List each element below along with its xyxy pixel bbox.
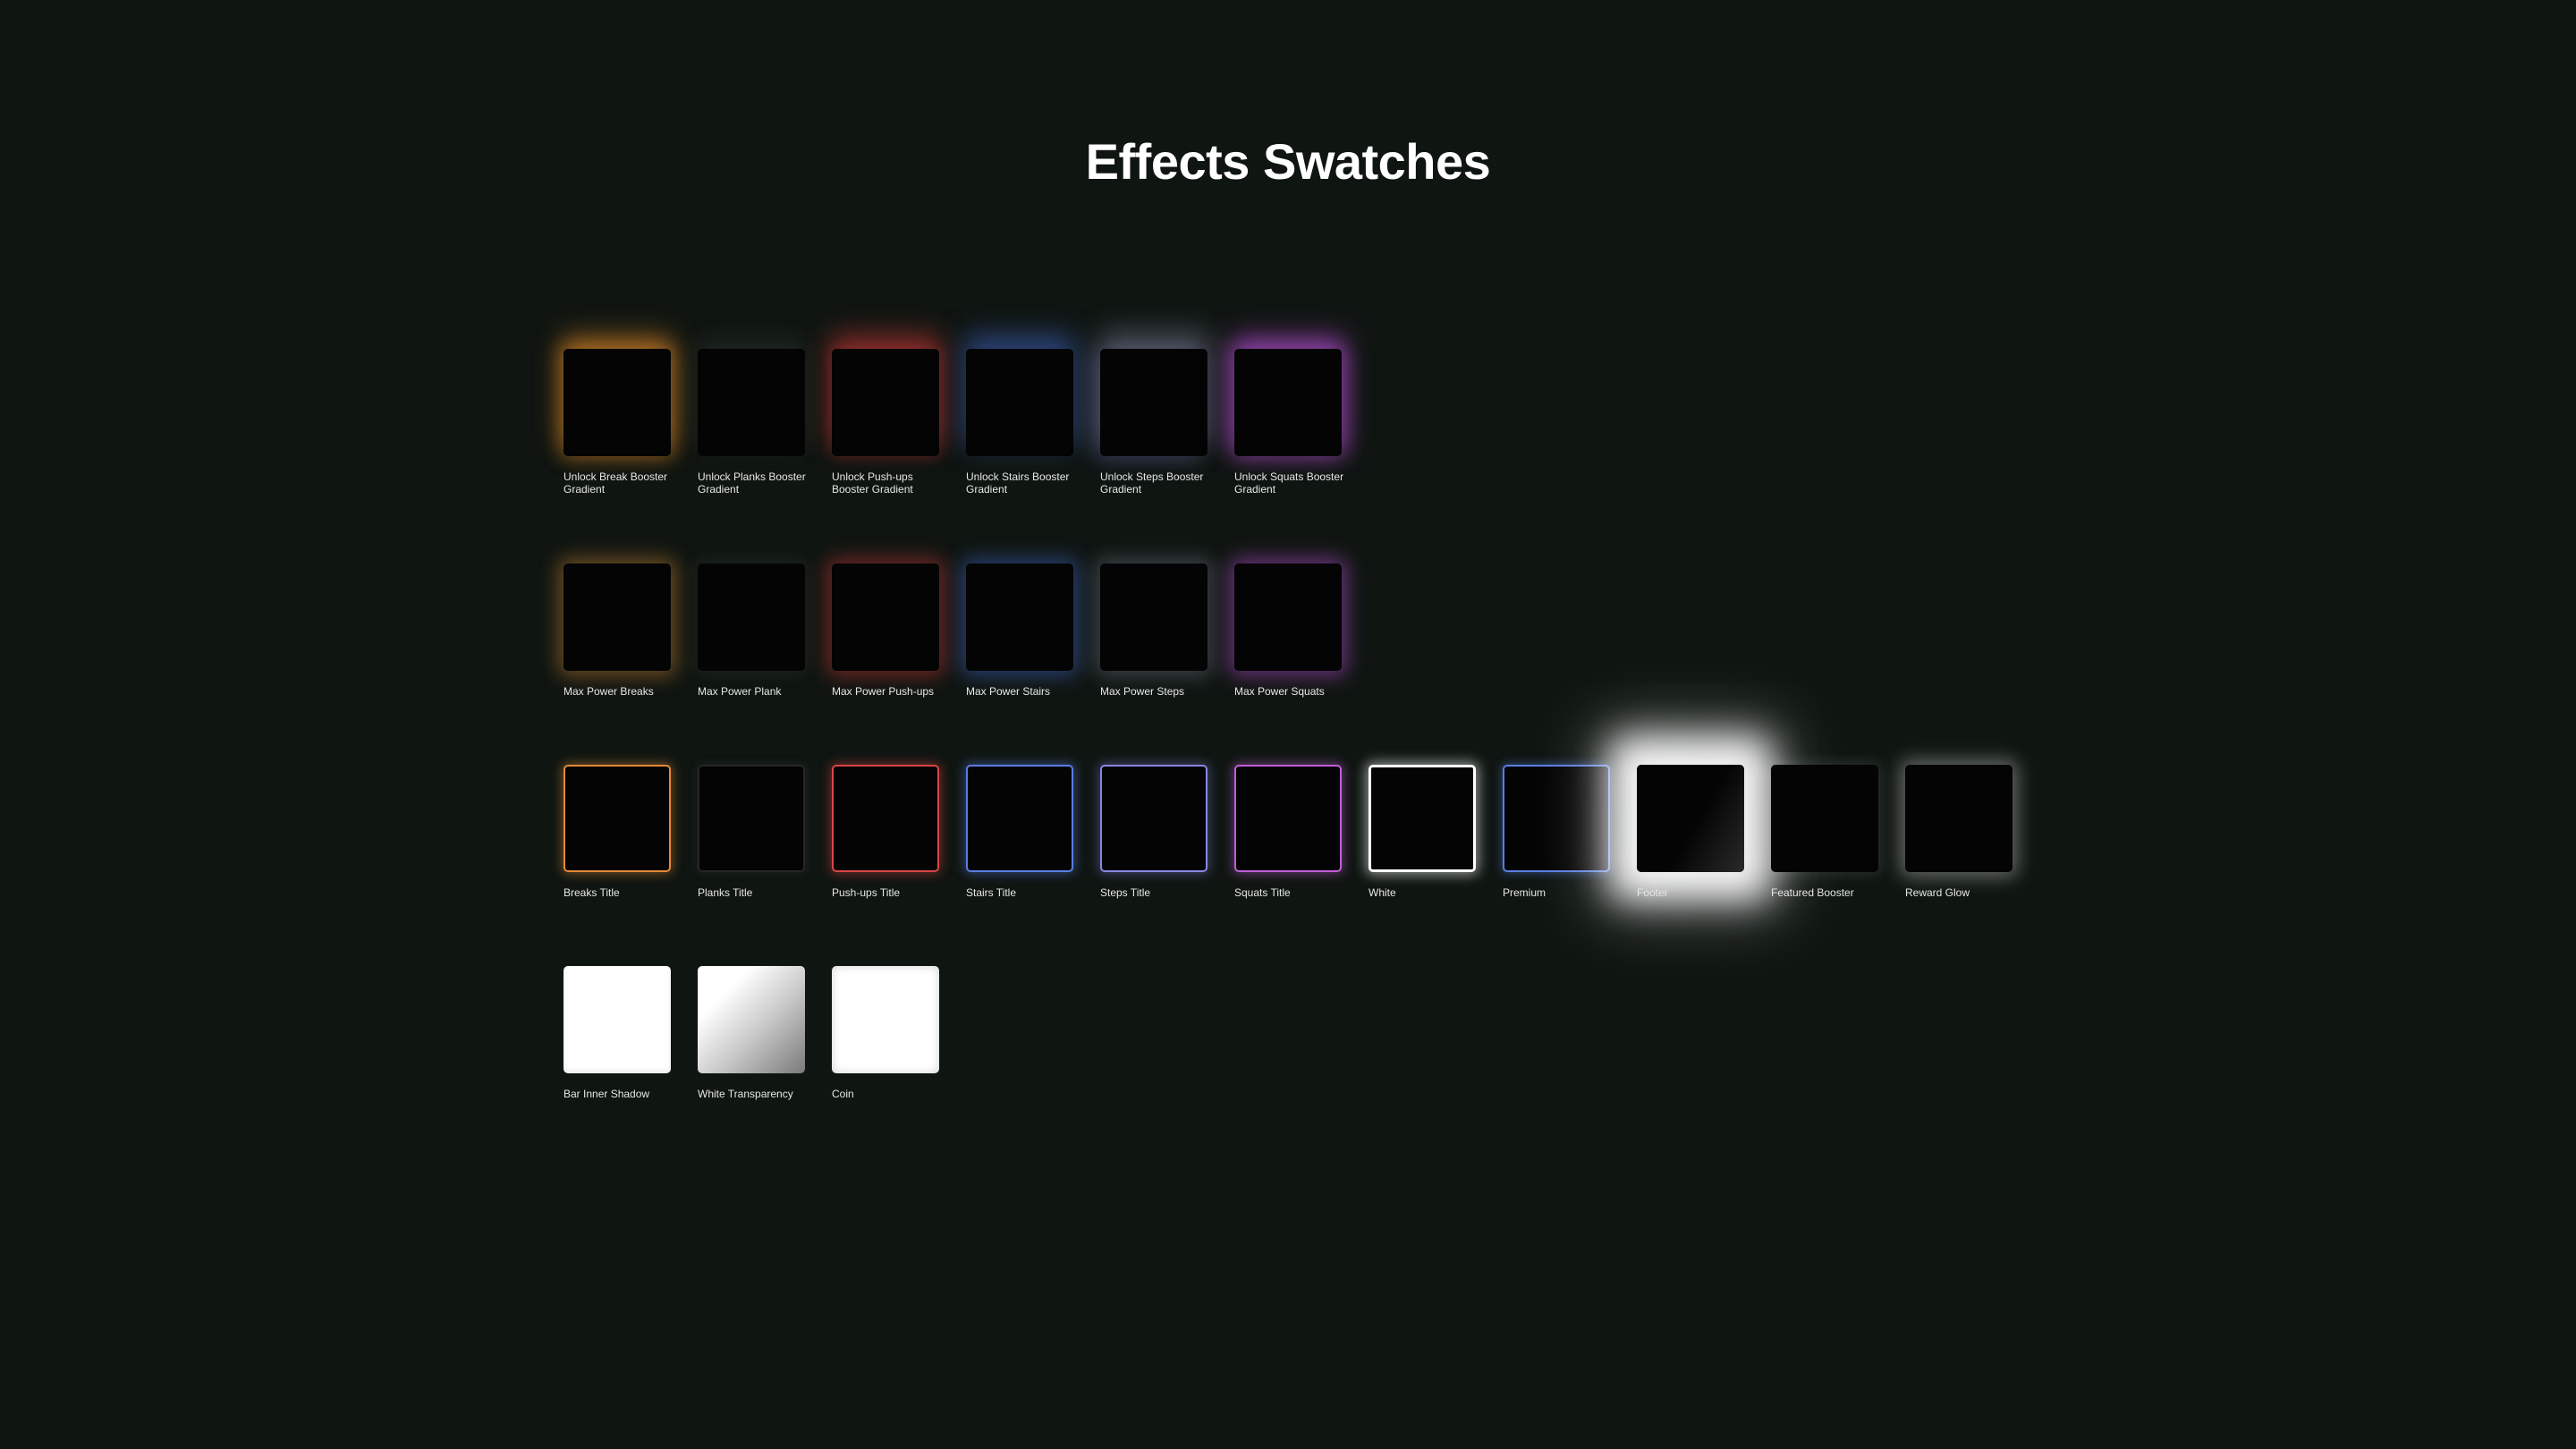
swatch-preview[interactable] bbox=[832, 765, 939, 872]
swatch-grid: Unlock Break Booster Gradient Unlock Pla… bbox=[0, 0, 2576, 1449]
swatch-label: White bbox=[1368, 886, 1396, 899]
swatch-label: Reward Glow bbox=[1905, 886, 1970, 899]
swatch-preview[interactable] bbox=[564, 966, 671, 1073]
swatch-preview[interactable] bbox=[1100, 349, 1208, 456]
swatch-label: Unlock Steps Booster Gradient bbox=[1100, 470, 1204, 496]
swatch-label: White Transparency bbox=[698, 1088, 793, 1100]
swatch-label: Unlock Break Booster Gradient bbox=[564, 470, 668, 496]
swatch-preview[interactable] bbox=[1503, 765, 1610, 872]
swatch-label: Featured Booster bbox=[1771, 886, 1854, 899]
swatch-preview[interactable] bbox=[832, 966, 939, 1073]
swatch-label: Stairs Title bbox=[966, 886, 1017, 899]
swatch-squats-title[interactable]: Squats Title bbox=[1234, 765, 1342, 899]
swatch-label: Unlock Planks Booster Gradient bbox=[698, 470, 806, 496]
swatch-max-pushups[interactable]: Max Power Push-ups bbox=[832, 564, 939, 698]
swatch-white-transparency[interactable]: White Transparency bbox=[698, 966, 805, 1100]
swatch-label: Push-ups Title bbox=[832, 886, 901, 899]
swatch-pushups-title[interactable]: Push-ups Title bbox=[832, 765, 939, 899]
swatch-label: Max Power Steps bbox=[1100, 685, 1185, 698]
swatch-label: Unlock Squats Booster Gradient bbox=[1234, 470, 1344, 496]
swatch-max-stairs[interactable]: Max Power Stairs bbox=[966, 564, 1073, 698]
swatch-preview[interactable] bbox=[1368, 765, 1476, 872]
swatch-label: Footer bbox=[1637, 886, 1668, 899]
swatch-preview[interactable] bbox=[564, 564, 671, 671]
swatch-unlock-planks[interactable]: Unlock Planks Booster Gradient bbox=[698, 349, 806, 496]
swatch-label: Max Power Plank bbox=[698, 685, 782, 698]
swatch-preview[interactable] bbox=[564, 765, 671, 872]
swatch-unlock-stairs[interactable]: Unlock Stairs Booster Gradient bbox=[966, 349, 1073, 496]
swatch-label: Breaks Title bbox=[564, 886, 620, 899]
swatch-max-squats[interactable]: Max Power Squats bbox=[1234, 564, 1342, 698]
swatch-preview[interactable] bbox=[698, 765, 805, 872]
swatch-preview[interactable] bbox=[832, 349, 939, 456]
swatch-label: Bar Inner Shadow bbox=[564, 1088, 650, 1100]
swatch-preview[interactable] bbox=[698, 966, 805, 1073]
swatch-label: Steps Title bbox=[1100, 886, 1151, 899]
swatch-label: Max Power Squats bbox=[1234, 685, 1325, 698]
swatch-label: Max Power Stairs bbox=[966, 685, 1051, 698]
swatch-preview[interactable] bbox=[1234, 564, 1342, 671]
swatch-premium[interactable]: Premium bbox=[1503, 765, 1610, 899]
swatch-max-plank[interactable]: Max Power Plank bbox=[698, 564, 805, 698]
swatch-reward-glow[interactable]: Reward Glow bbox=[1905, 765, 2012, 899]
swatch-label: Max Power Breaks bbox=[564, 685, 654, 698]
swatch-footer[interactable]: Footer bbox=[1637, 765, 1744, 899]
swatch-label: Premium bbox=[1503, 886, 1546, 899]
swatch-unlock-steps[interactable]: Unlock Steps Booster Gradient bbox=[1100, 349, 1208, 496]
swatch-label: Planks Title bbox=[698, 886, 753, 899]
swatch-unlock-pushups[interactable]: Unlock Push-ups Booster Gradient bbox=[832, 349, 939, 496]
swatch-label: Unlock Push-ups Booster Gradient bbox=[832, 470, 913, 496]
swatch-preview[interactable] bbox=[1905, 765, 2012, 872]
swatch-white[interactable]: White bbox=[1368, 765, 1476, 899]
swatch-preview[interactable] bbox=[1100, 564, 1208, 671]
swatch-preview[interactable] bbox=[1771, 765, 1878, 872]
swatch-max-breaks[interactable]: Max Power Breaks bbox=[564, 564, 671, 698]
swatch-label: Unlock Stairs Booster Gradient bbox=[966, 470, 1070, 496]
swatch-preview[interactable] bbox=[1637, 765, 1744, 872]
swatch-preview[interactable] bbox=[1234, 349, 1342, 456]
swatch-label: Squats Title bbox=[1234, 886, 1291, 899]
swatch-steps-title[interactable]: Steps Title bbox=[1100, 765, 1208, 899]
swatch-planks-title[interactable]: Planks Title bbox=[698, 765, 805, 899]
swatch-preview[interactable] bbox=[698, 564, 805, 671]
swatch-max-steps[interactable]: Max Power Steps bbox=[1100, 564, 1208, 698]
swatch-label: Max Power Push-ups bbox=[832, 685, 935, 698]
swatch-preview[interactable] bbox=[966, 765, 1073, 872]
swatch-preview[interactable] bbox=[564, 349, 671, 456]
swatch-preview[interactable] bbox=[1234, 765, 1342, 872]
swatch-coin[interactable]: Coin bbox=[832, 966, 939, 1100]
swatch-preview[interactable] bbox=[966, 349, 1073, 456]
swatch-preview[interactable] bbox=[698, 349, 805, 456]
swatch-preview[interactable] bbox=[966, 564, 1073, 671]
swatch-preview[interactable] bbox=[832, 564, 939, 671]
swatch-stairs-title[interactable]: Stairs Title bbox=[966, 765, 1073, 899]
swatch-breaks-title[interactable]: Breaks Title bbox=[564, 765, 671, 899]
swatch-label: Coin bbox=[832, 1088, 854, 1100]
swatch-featured-booster[interactable]: Featured Booster bbox=[1771, 765, 1878, 899]
swatch-unlock-squats[interactable]: Unlock Squats Booster Gradient bbox=[1234, 349, 1343, 496]
swatch-preview[interactable] bbox=[1100, 765, 1208, 872]
swatch-bar-inner-shadow[interactable]: Bar Inner Shadow bbox=[564, 966, 671, 1100]
swatch-unlock-break[interactable]: Unlock Break Booster Gradient bbox=[564, 349, 671, 496]
